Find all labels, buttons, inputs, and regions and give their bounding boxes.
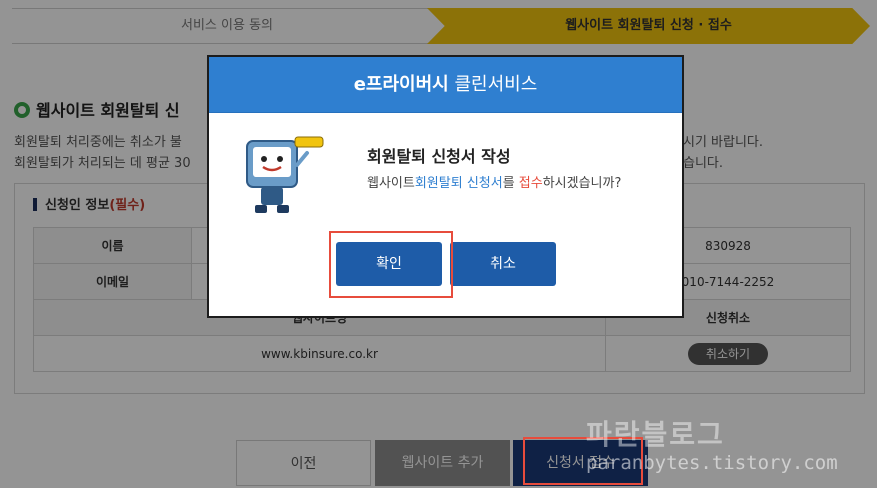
message-part: 하시겠습니까? (542, 176, 622, 191)
dialog-message: 웹사이트회원탈퇴 신청서를 접수하시겠습니까? (367, 172, 621, 191)
watermark-title: 파란블로그 (586, 418, 725, 451)
mascot-icon (246, 136, 324, 213)
cancel-button[interactable]: 취소 (450, 242, 556, 286)
confirm-dialog: e프라이버시 클린서비스 회원탈퇴 신청서 작성 웹사이트회원탈퇴 신청서를 접… (207, 55, 684, 318)
dialog-header: e프라이버시 클린서비스 (209, 57, 682, 113)
dialog-title: 회원탈퇴 신청서 작성 (367, 147, 511, 166)
message-highlight-red: 접수 (518, 176, 543, 191)
message-highlight-blue: 회원탈퇴 신청서 (414, 176, 503, 191)
message-part: 를 (502, 176, 519, 191)
highlight-box (329, 231, 453, 298)
watermark-url: paranbytes.tistory.com (586, 452, 838, 474)
service-name: 클린서비스 (448, 74, 538, 95)
message-part: 웹사이트 (367, 176, 415, 191)
brand-name: e프라이버시 (353, 74, 449, 95)
